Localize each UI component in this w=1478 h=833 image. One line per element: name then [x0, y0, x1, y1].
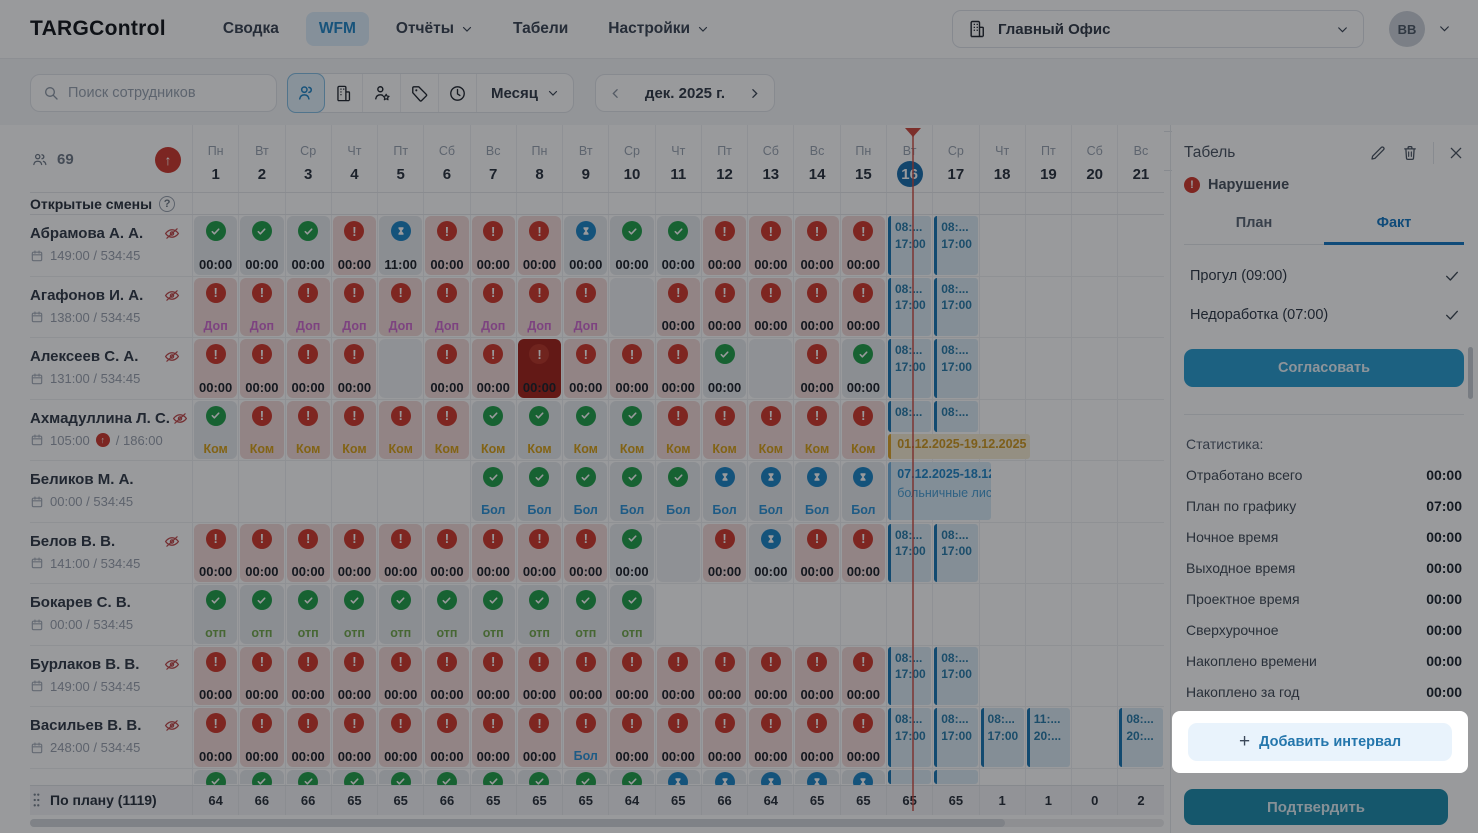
- wfm-app: TARGControl Сводка WFM Отчёты Табели Нас…: [0, 0, 1478, 833]
- dim-overlay: [0, 0, 1478, 833]
- plus-icon: +: [1239, 732, 1250, 751]
- add-interval-button[interactable]: + Добавить интервал: [1188, 723, 1452, 761]
- spotlight-highlight: + Добавить интервал: [1172, 711, 1468, 773]
- add-interval-label: Добавить интервал: [1259, 734, 1401, 750]
